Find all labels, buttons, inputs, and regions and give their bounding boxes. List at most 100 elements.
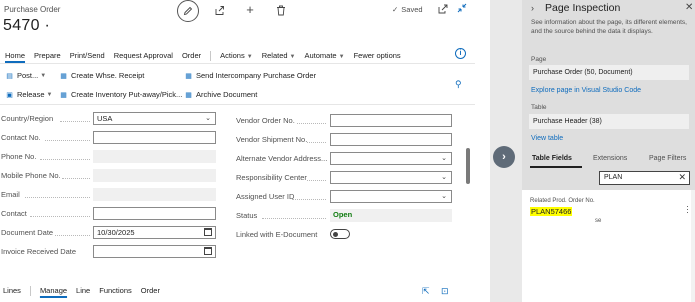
chevron-right-icon[interactable]: ›: [493, 146, 515, 168]
vendor-shipment-no-field[interactable]: [330, 133, 452, 146]
page-inspection-pane: › Page Inspection ✕ See information abou…: [522, 0, 695, 302]
field-label-country-region: Country/Region: [1, 114, 54, 123]
tab-lines-order[interactable]: Order: [141, 286, 160, 295]
pane-title: Page Inspection: [545, 2, 621, 14]
close-icon[interactable]: ✕: [685, 2, 693, 13]
calendar-icon[interactable]: [204, 228, 212, 236]
collapse-icon[interactable]: [456, 2, 468, 14]
tab-page-filters[interactable]: Page Filters: [649, 155, 686, 162]
document-date-field[interactable]: 10/30/2025: [93, 226, 216, 239]
menu-automate[interactable]: Automate ▼: [305, 51, 345, 60]
vendor-order-no-field[interactable]: [330, 114, 452, 127]
menu-related[interactable]: Related ▼: [262, 51, 296, 60]
tab-home[interactable]: Home: [5, 51, 25, 60]
phone-no-field: [93, 150, 216, 163]
archive-document-button[interactable]: ▦ Archive Document: [184, 90, 257, 99]
create-inventory-put-away-button[interactable]: ▦ Create Inventory Put-away/Pick...: [59, 90, 182, 99]
post-icon: ▤: [6, 72, 13, 80]
field-label-linked-with-e-document: Linked with E-Document: [236, 230, 318, 239]
tab-manage[interactable]: Manage: [40, 286, 67, 295]
lines-action-bar: Lines Manage Line Functions Order: [0, 283, 475, 298]
fewer-options-link[interactable]: Fewer options: [354, 51, 401, 60]
edit-icon[interactable]: [177, 0, 199, 22]
chevron-down-icon: ▼: [246, 54, 253, 60]
field-label-phone-no: Phone No.: [1, 152, 37, 161]
divider: [0, 104, 475, 105]
tab-line[interactable]: Line: [76, 286, 90, 295]
release-button[interactable]: ▣ Release ▼: [5, 90, 52, 99]
view-table-link[interactable]: View table: [531, 135, 563, 142]
field-label-assigned-user-id: Assigned User ID: [236, 192, 295, 201]
field-label-vendor-shipment-no: Vendor Shipment No.: [236, 135, 308, 144]
field-label-vendor-order-no: Vendor Order No.: [236, 116, 295, 125]
field-label-alternate-vendor-address: Alternate Vendor Address...: [236, 154, 328, 163]
menu-actions[interactable]: Actions ▼: [220, 51, 253, 60]
document-icon: ▦: [60, 72, 67, 80]
chevron-down-icon: ▼: [40, 72, 47, 79]
field-label-status: Status: [236, 211, 258, 220]
chevron-down-icon: ⌄: [441, 174, 447, 181]
field-label-invoice-received-date: Invoice Received Date: [1, 247, 77, 256]
release-icon: ▣: [6, 91, 13, 99]
field-label-mobile-phone-no: Mobile Phone No.: [1, 171, 61, 180]
table-field-card[interactable]: Related Prod. Order No. PLAN57466 se ⋯: [522, 190, 695, 302]
action-bar: Home Prepare Print/Send Request Approval…: [0, 48, 475, 63]
delete-icon[interactable]: [274, 3, 288, 17]
divider: [0, 63, 475, 64]
status-value: Open: [330, 209, 452, 222]
field-value: PLAN57466: [530, 207, 573, 216]
invoice-received-date-field[interactable]: [93, 245, 216, 258]
linked-e-document-toggle[interactable]: [330, 229, 350, 239]
field-extra: se: [595, 218, 602, 224]
share-icon[interactable]: [212, 3, 226, 17]
expand-icon[interactable]: ⊡: [441, 286, 449, 297]
tab-table-fields[interactable]: Table Fields: [532, 155, 572, 162]
explore-page-link[interactable]: Explore page in Visual Studio Code: [531, 87, 641, 94]
create-whse-receipt-button[interactable]: ▦ Create Whse. Receipt: [59, 71, 144, 80]
divider: [210, 50, 212, 61]
alternate-vendor-address-field[interactable]: ⌄: [330, 152, 452, 165]
field-label-responsibility-center: Responsibility Center: [236, 173, 307, 182]
page-type-caption: Purchase Order: [4, 5, 61, 14]
new-icon[interactable]: +: [243, 2, 257, 17]
field-label-contact-no: Contact No.: [1, 133, 41, 142]
country-region-field[interactable]: USA ⌄: [93, 112, 216, 125]
archive-icon: ▦: [185, 91, 192, 99]
post-button[interactable]: ▤ Post... ▼: [5, 71, 46, 80]
chevron-down-icon: ▼: [46, 91, 53, 98]
field-label-email: Email: [1, 190, 20, 199]
field-label-document-date: Document Date: [1, 228, 54, 237]
scrollbar[interactable]: [466, 148, 470, 184]
field-filter-input[interactable]: PLAN ✕: [599, 171, 690, 185]
share-icon[interactable]: ⇱: [422, 286, 430, 297]
tab-print-send[interactable]: Print/Send: [70, 51, 105, 60]
pin-icon[interactable]: ⚲: [455, 79, 462, 90]
purchase-order-page: Purchase Order 5470 · + ✓ Saved Home Pre…: [0, 0, 490, 302]
send-intercompany-button[interactable]: ▦ Send Intercompany Purchase Order: [184, 71, 316, 80]
assigned-user-id-field[interactable]: ⌄: [330, 190, 452, 203]
info-icon[interactable]: i: [455, 48, 466, 59]
scrollbar[interactable]: [691, 190, 695, 302]
table-section-label: Table: [531, 104, 547, 111]
tab-request-approval[interactable]: Request Approval: [114, 51, 173, 60]
chevron-down-icon: ⌄: [205, 115, 211, 122]
lines-title: Lines: [3, 286, 21, 295]
tab-prepare[interactable]: Prepare: [34, 51, 61, 60]
open-new-window-icon[interactable]: [437, 3, 449, 15]
contact-field[interactable]: [93, 207, 216, 220]
tab-order[interactable]: Order: [182, 51, 201, 60]
chevron-right-icon[interactable]: ›: [531, 3, 534, 13]
saved-status: ✓ Saved: [392, 5, 423, 14]
contact-no-field[interactable]: [93, 131, 216, 144]
document-icon: ▦: [60, 91, 67, 99]
tab-functions[interactable]: Functions: [99, 286, 132, 295]
divider: [29, 285, 31, 296]
calendar-icon[interactable]: [204, 247, 212, 255]
page-value: Purchase Order (50, Document): [529, 65, 689, 80]
checkmark-icon: ✓: [392, 5, 399, 14]
tab-extensions[interactable]: Extensions: [593, 155, 627, 162]
field-name: Related Prod. Order No.: [530, 198, 595, 204]
table-value: Purchase Header (38): [529, 114, 689, 129]
responsibility-center-field[interactable]: ⌄: [330, 171, 452, 184]
clear-icon[interactable]: ✕: [678, 172, 686, 183]
